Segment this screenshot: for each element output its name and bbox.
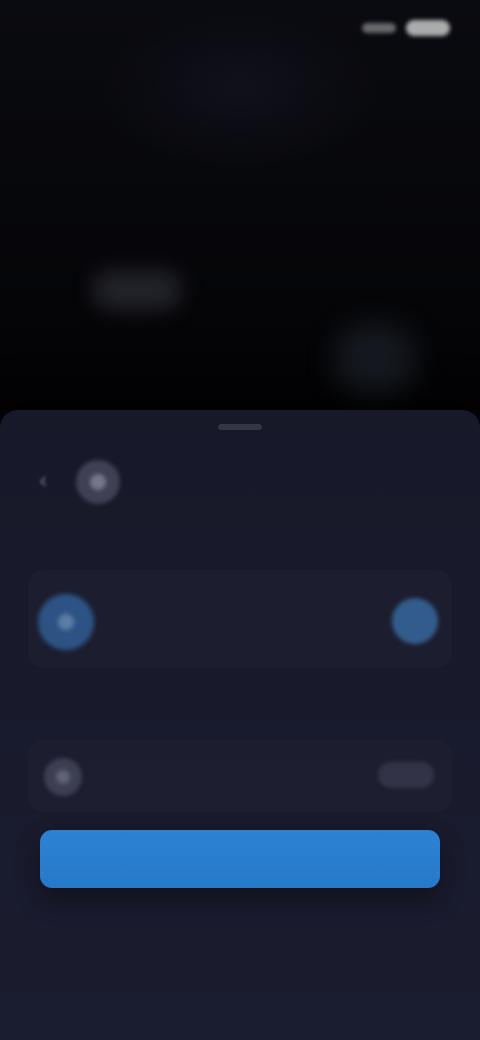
account-option[interactable] (28, 570, 452, 668)
status-bar (0, 0, 480, 60)
account-icon-glyph (58, 614, 74, 630)
quantity-icon-glyph (56, 770, 70, 784)
primary-button[interactable] (40, 830, 440, 888)
selected-radio[interactable] (392, 598, 438, 644)
blurred-screen: ‹ (0, 0, 480, 1040)
background-title-row (32, 78, 452, 108)
signal-icon (362, 23, 396, 33)
battery-icon (406, 20, 450, 36)
back-button[interactable]: ‹ (26, 465, 60, 499)
background-content (0, 0, 480, 410)
account-icon (38, 594, 94, 650)
quantity-icon (44, 758, 82, 796)
app-icon-glyph (90, 474, 106, 490)
app-icon (76, 460, 120, 504)
background-blur-shape (92, 270, 182, 310)
sheet-header: ‹ (26, 454, 454, 510)
chevron-left-icon: ‹ (38, 469, 48, 494)
quantity-row[interactable] (28, 740, 452, 812)
background-blur-shape (335, 325, 415, 395)
bottom-sheet: ‹ (0, 410, 480, 1040)
status-right (362, 20, 450, 36)
account-text (118, 590, 358, 660)
quantity-value-pill[interactable] (378, 762, 434, 788)
sheet-handle[interactable] (218, 424, 262, 430)
